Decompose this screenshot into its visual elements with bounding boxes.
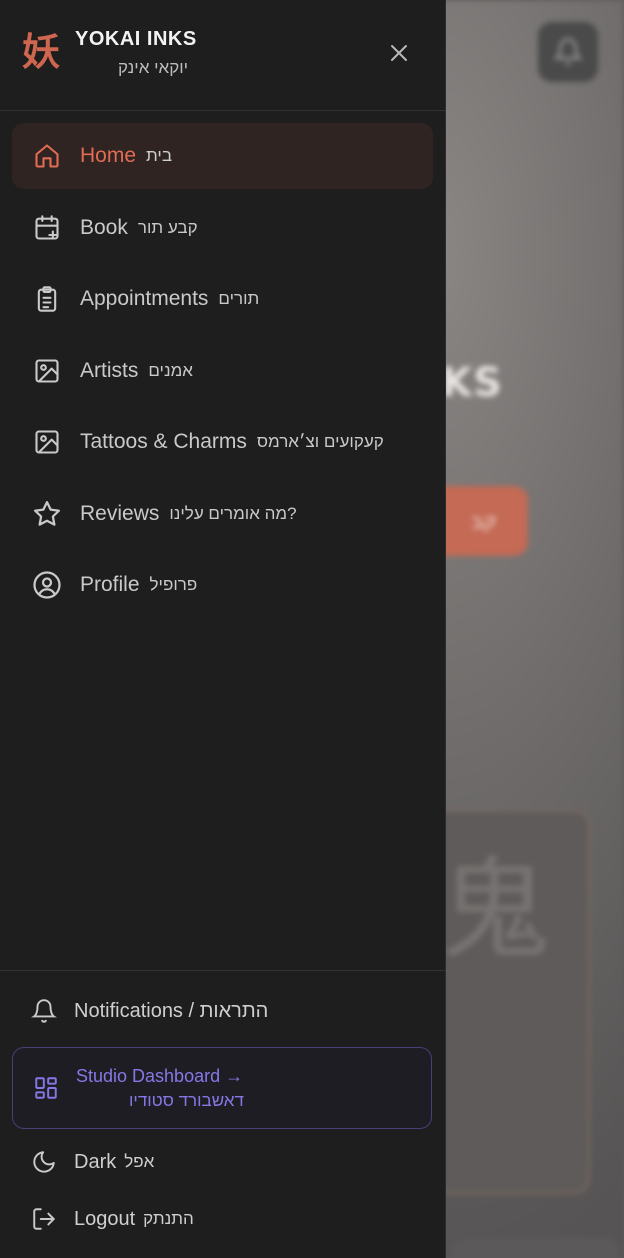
nav-label-hebrew: תורים — [218, 289, 260, 308]
nav-label-hebrew: בית — [146, 146, 173, 165]
brand-name: YOKAI INKS — [75, 28, 197, 50]
dark-label: Dark — [74, 1150, 117, 1173]
background-card-glyph: 鬼 — [440, 846, 550, 974]
background-notification-button — [538, 22, 598, 82]
close-icon — [391, 45, 407, 61]
logout-label-hebrew: התנתק — [143, 1209, 194, 1228]
nav-label: Appointments — [80, 287, 209, 310]
nav-label: Home — [80, 144, 137, 167]
logout-button[interactable]: Logout התנתק — [30, 1205, 194, 1233]
nav-label-hebrew: קעקועים וצ׳ארמס — [256, 432, 384, 451]
nav-label: Profile — [80, 573, 140, 596]
logo: 妖 — [22, 30, 61, 74]
nav-label-hebrew: מה אומרים עלינו? — [169, 503, 297, 523]
nav-item-home[interactable]: Home בית — [12, 123, 433, 189]
studio-dashboard-label: Studio Dashboard → — [76, 1066, 244, 1086]
moon-icon — [30, 1148, 58, 1176]
nav-item-profile[interactable]: Profile פרופיל — [12, 552, 433, 618]
nav-label: Tattoos & Charms — [80, 430, 247, 453]
notifications-label: Notifications / התראות — [74, 999, 269, 1022]
dark-mode-toggle[interactable]: Dark אפל — [30, 1148, 154, 1176]
star-icon — [32, 499, 62, 529]
bell-icon — [30, 997, 58, 1025]
clipboard-list-icon — [32, 284, 62, 314]
user-circle-icon — [32, 570, 62, 600]
logout-icon — [30, 1205, 58, 1233]
dark-label-hebrew: אפל — [124, 1152, 155, 1171]
drawer-header: 妖 YOKAI INKS יוקאי אינק — [0, 0, 446, 111]
logout-label: Logout — [74, 1207, 136, 1230]
notifications-button[interactable]: Notifications / התראות — [30, 997, 268, 1025]
close-drawer-button[interactable] — [382, 36, 416, 70]
nav-item-reviews[interactable]: Reviews מה אומרים עלינו? — [12, 481, 433, 547]
brand-name-hebrew: יוקאי אינק — [118, 58, 189, 77]
nav-label-hebrew: אמנים — [148, 360, 193, 380]
nav-item-tattoos-charms[interactable]: Tattoos & Charms קעקועים וצ׳ארמס — [12, 409, 433, 475]
image-icon — [32, 356, 62, 386]
bell-icon — [553, 38, 583, 66]
image-icon — [32, 427, 62, 457]
nav-label: Reviews — [80, 501, 160, 525]
studio-dashboard-label-hebrew: דאשבורד סטודיו — [129, 1091, 244, 1110]
main-nav: Home בית Book קבע תור Appointments תורים — [12, 123, 433, 624]
nav-item-artists[interactable]: Artists אמנים — [12, 338, 433, 404]
calendar-plus-icon — [32, 213, 62, 243]
dashboard-icon — [33, 1075, 59, 1101]
background-bottom-card — [450, 1238, 620, 1258]
nav-label-hebrew: קבע תור — [137, 217, 198, 237]
side-drawer: 妖 YOKAI INKS יוקאי אינק Home בית Book קב… — [0, 0, 446, 1258]
home-icon — [32, 141, 62, 171]
nav-item-appointments[interactable]: Appointments תורים — [12, 266, 433, 332]
footer-divider — [0, 970, 446, 971]
nav-item-book[interactable]: Book קבע תור — [12, 195, 433, 261]
studio-dashboard-button[interactable]: Studio Dashboard → דאשבורד סטודיו — [12, 1047, 432, 1129]
nav-label-hebrew: פרופיל — [149, 575, 198, 594]
nav-label: Book — [80, 215, 128, 239]
nav-label: Artists — [80, 358, 139, 382]
